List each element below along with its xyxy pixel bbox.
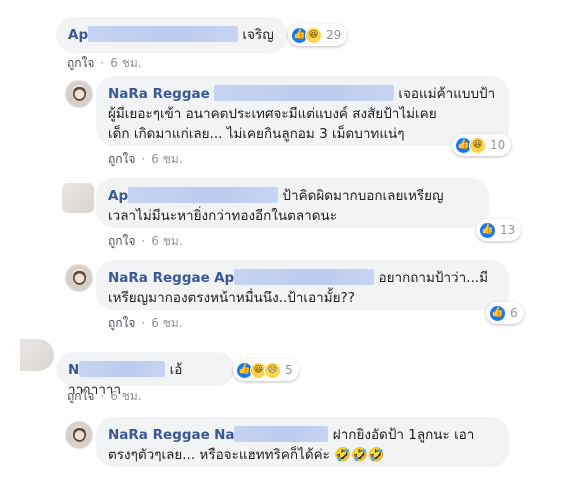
comment-text: อยากถามป้าว่า...มี — [378, 270, 488, 286]
comment-bubble: N เอ้าาาาาาา — [56, 352, 234, 398]
redacted-name — [234, 426, 329, 442]
like-link[interactable]: ถูกใจ — [108, 234, 135, 248]
like-link[interactable]: ถูกใจ — [108, 152, 135, 166]
like-icon: 👍 — [479, 221, 496, 239]
reaction-count: 5 — [285, 363, 293, 377]
avatar[interactable] — [65, 80, 93, 108]
timestamp[interactable]: 6 ชม. — [151, 152, 182, 166]
comment-bubble: Ap ป้าคิดผิดมากบอกเลยเหรียญ เวลาไม่มีนะห… — [96, 178, 489, 228]
commenter-name[interactable]: NaRa Reggae — [108, 427, 210, 443]
timestamp[interactable]: 6 ชม. — [110, 56, 141, 70]
comment-text: ผู้มีเยอะๆเข้า อนาคตประเทศจะมีแต่แบงค์ ส… — [108, 106, 437, 122]
reactions-summary[interactable]: 👍 13 — [476, 219, 522, 241]
comment-text: เวลาไม่มีนะหายิ่งกว่าทองอีกในตลาดนะ — [108, 208, 337, 224]
comment-text: เจอแม่ค้าแบบป้า — [398, 86, 496, 102]
comment-text: ฝากยิงอัดป้า 1ลูกนะ เอา — [332, 427, 475, 443]
comment-bubble: Ap เจริญ — [56, 17, 288, 53]
comment-text: เหรียญมากองตรงหน้าหมื่นนึง..ป้าเอามั้ย?? — [108, 290, 355, 306]
reaction-count: 13 — [500, 223, 516, 237]
comment-meta: ถูกใจ · 6 ชม. — [67, 389, 142, 403]
avatar[interactable] — [65, 264, 93, 292]
comment-meta: ถูกใจ · 6 ชม. — [108, 152, 183, 166]
reaction-count: 10 — [490, 138, 506, 152]
redacted-name — [88, 26, 239, 42]
mention-link[interactable]: Na — [214, 427, 234, 443]
reactions-summary[interactable]: 👍 😆 10 — [452, 134, 512, 156]
reaction-count: 29 — [326, 28, 342, 42]
timestamp[interactable]: 6 ชม. — [151, 234, 182, 248]
mention-link[interactable]: Ap — [214, 270, 234, 286]
reactions-summary[interactable]: 👍 😆 😢 5 — [233, 359, 299, 381]
comment-text: เจริญ — [242, 27, 274, 43]
reaction-count: 6 — [510, 306, 518, 320]
like-link[interactable]: ถูกใจ — [67, 56, 94, 70]
comment-meta: ถูกใจ · 6 ชม. — [108, 234, 183, 248]
comment-bubble: NaRa Reggae เจอแม่ค้าแบบป้า ผู้มีเยอะๆเข… — [96, 76, 509, 146]
commenter-name[interactable]: N — [68, 362, 79, 378]
comment-bubble: NaRa Reggae Na ฝากยิงอัดป้า 1ลูกนะ เอา ต… — [96, 417, 509, 467]
timestamp[interactable]: 6 ชม. — [151, 316, 182, 330]
redacted-name — [128, 187, 279, 203]
comment-text: ป้าคิดผิดมากบอกเลยเหรียญ — [282, 188, 444, 204]
comment-meta: ถูกใจ · 6 ชม. — [67, 56, 142, 70]
commenter-name[interactable]: Ap — [68, 27, 88, 43]
avatar[interactable] — [20, 339, 54, 371]
like-icon: 👍 — [489, 304, 506, 322]
avatar[interactable] — [62, 183, 94, 213]
redacted-name — [234, 269, 375, 285]
haha-icon: 😆 — [305, 26, 322, 44]
commenter-name[interactable]: NaRa Reggae — [108, 86, 210, 102]
avatar[interactable] — [65, 421, 93, 449]
comment-meta: ถูกใจ · 6 ชม. — [108, 316, 183, 330]
commenter-name[interactable]: NaRa Reggae — [108, 270, 210, 286]
comment-text: ตรงๆตัวๆเลย... หรือจะแฮททริคก็ได้ค่ะ 🤣🤣🤣 — [108, 447, 385, 463]
comment-text: เด็ก เกิดมาแก่เลย... ไม่เคยกินลูกอม 3 เม… — [108, 126, 405, 142]
reactions-summary[interactable]: 👍 😆 29 — [288, 24, 348, 46]
like-link[interactable]: ถูกใจ — [108, 316, 135, 330]
commenter-name[interactable]: Ap — [108, 188, 128, 204]
redacted-name — [79, 361, 166, 377]
haha-icon: 😆 — [469, 136, 486, 154]
comment-bubble: NaRa Reggae Ap อยากถามป้าว่า...มี เหรียญ… — [96, 260, 509, 310]
like-link[interactable]: ถูกใจ — [67, 389, 94, 403]
reactions-summary[interactable]: 👍 6 — [486, 302, 524, 324]
redacted-name — [214, 85, 395, 101]
timestamp[interactable]: 6 ชม. — [110, 389, 141, 403]
sad-icon: 😢 — [264, 361, 281, 379]
